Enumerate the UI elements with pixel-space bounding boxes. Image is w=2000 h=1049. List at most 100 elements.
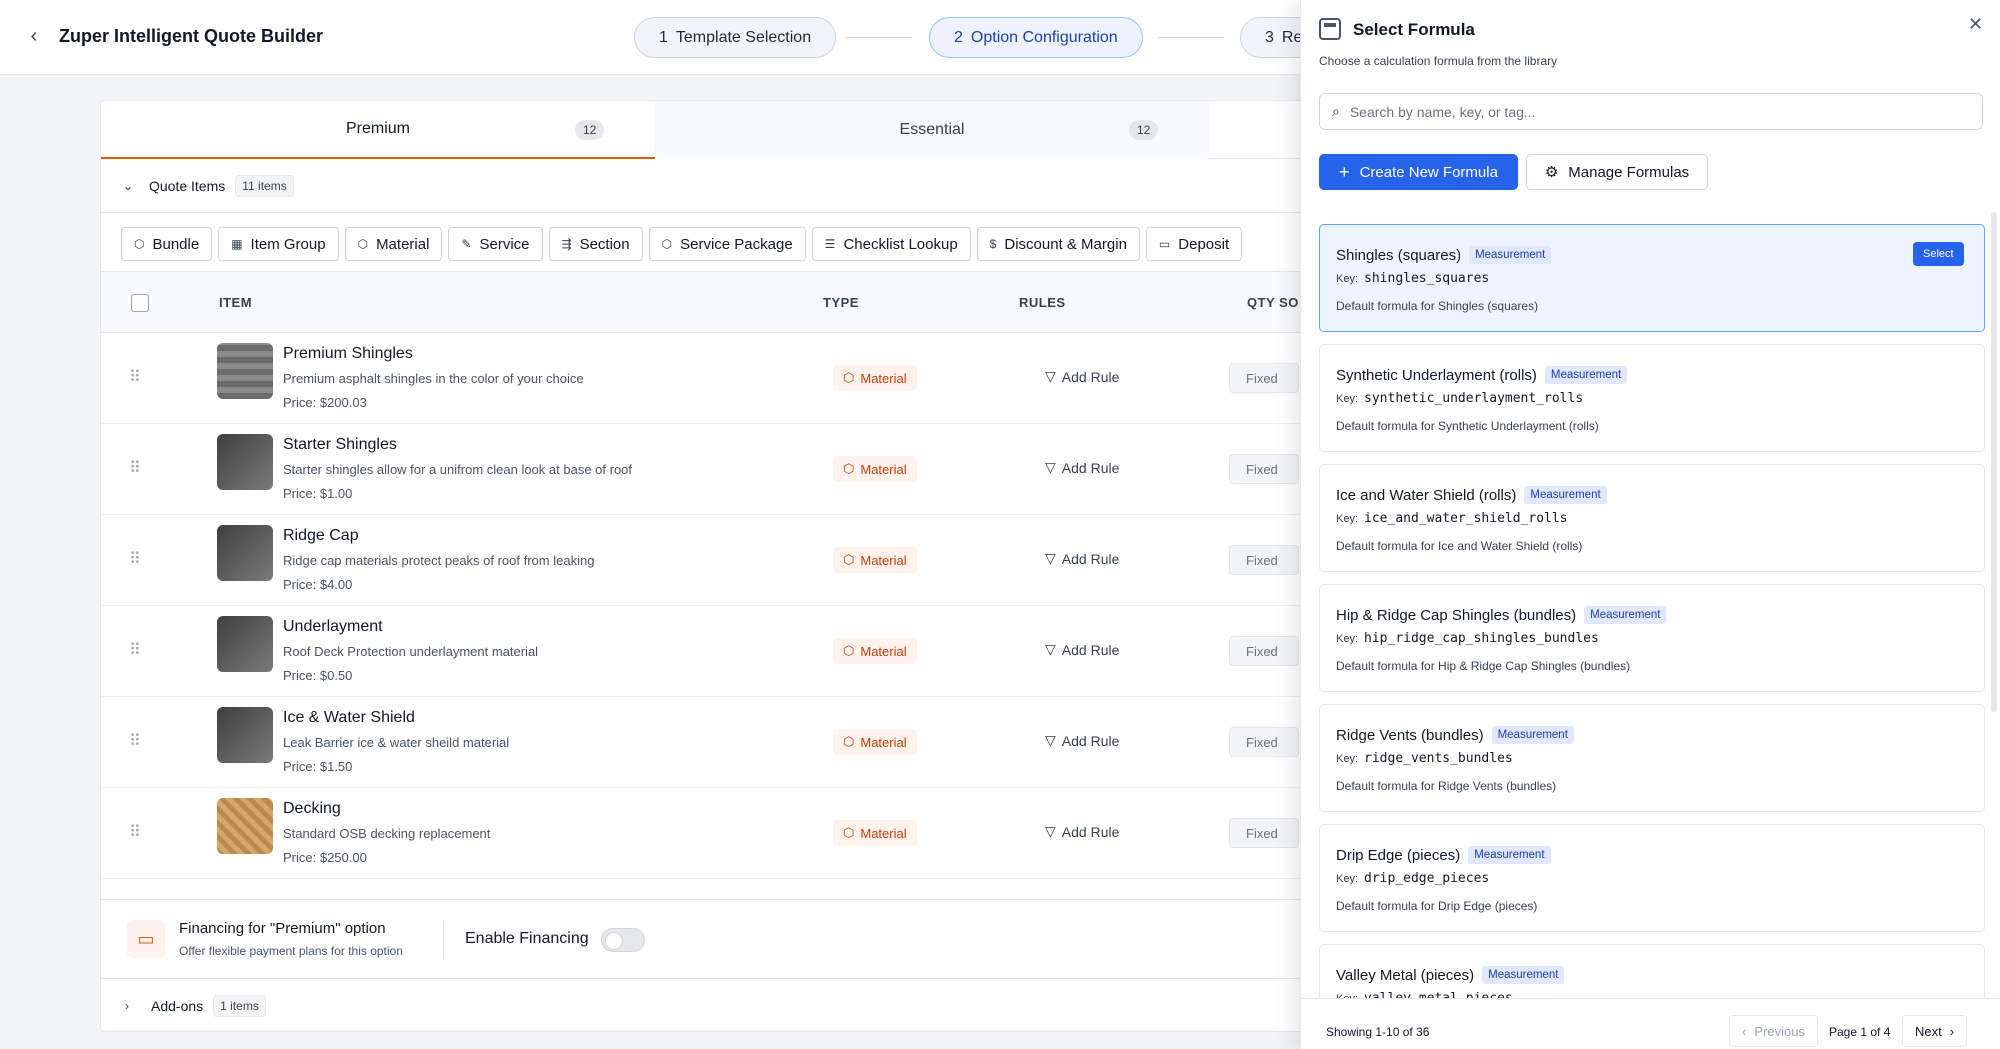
- filter-icon: ▽: [1045, 823, 1056, 839]
- drag-handle-icon[interactable]: ⠿: [129, 458, 141, 478]
- chevron-right-icon[interactable]: ›: [125, 999, 139, 1013]
- chip-service-package[interactable]: ⬡ Service Package: [648, 227, 806, 261]
- formula-card[interactable]: Valley Metal (pieces) Measurement Key:val…: [1319, 944, 1985, 998]
- formula-card[interactable]: Hip & Ridge Cap Shingles (bundles) Measur…: [1319, 584, 1985, 692]
- add-rule-button[interactable]: ▽ Add Rule: [1045, 823, 1119, 840]
- qty-source-select[interactable]: Fixed: [1229, 818, 1299, 848]
- chip-label: Material: [376, 235, 430, 253]
- plus-icon: +: [1339, 161, 1350, 182]
- chip-checklist-lookup[interactable]: ☰ Checklist Lookup: [811, 227, 971, 261]
- table-row[interactable]: ⠿ Starter Shingles Starter shingles allo…: [101, 424, 1359, 515]
- formula-tag: Measurement: [1482, 966, 1565, 984]
- select-button[interactable]: Select: [1913, 242, 1964, 266]
- select-formula-drawer: Select Formula Choose a calculation form…: [1300, 0, 2000, 1049]
- qty-source-select[interactable]: Fixed: [1229, 363, 1299, 393]
- drag-handle-icon[interactable]: ⠿: [129, 640, 141, 660]
- qty-source-select[interactable]: Fixed: [1229, 454, 1299, 484]
- formula-list-scrollbar[interactable]: [1991, 212, 1997, 712]
- chip-section[interactable]: ⇶ Section: [548, 227, 643, 261]
- step-template-selection[interactable]: 1 Template Selection: [634, 17, 837, 58]
- select-all-checkbox[interactable]: [131, 294, 149, 312]
- key-label: Key:: [1336, 872, 1359, 885]
- formula-card[interactable]: Drip Edge (pieces) Measurement Key: drip_e…: [1319, 824, 1985, 932]
- table-row[interactable]: ⠿ Decking Standard OSB decking replaceme…: [101, 788, 1359, 879]
- previous-page-button[interactable]: ‹ Previous: [1729, 1015, 1818, 1047]
- create-formula-button[interactable]: + Create New Formula: [1319, 154, 1518, 190]
- drawer-title: Select Formula: [1353, 20, 1475, 39]
- item-price: Price: $200.03: [283, 395, 367, 410]
- search-input[interactable]: [1349, 103, 1950, 120]
- cube-icon: ⬡: [843, 825, 855, 840]
- drag-handle-icon[interactable]: ⠿: [129, 731, 141, 751]
- chip-material[interactable]: ⬡ Material: [344, 227, 443, 261]
- key-value: hip_ridge_cap_shingles_bundles: [1364, 631, 1599, 646]
- drag-handle-icon[interactable]: ⠿: [129, 367, 141, 387]
- key-value: valley_metal_pieces: [1364, 991, 1513, 998]
- formula-card[interactable]: Ridge Vents (bundles) Measurement Key: rid…: [1319, 704, 1985, 812]
- add-rule-button[interactable]: ▽ Add Rule: [1045, 368, 1119, 385]
- enable-financing-toggle[interactable]: [601, 928, 645, 952]
- qty-source-select[interactable]: Fixed: [1229, 727, 1299, 757]
- column-header-qty: QTY SO: [1247, 295, 1299, 310]
- item-description: Leak Barrier ice & water sheild material: [283, 735, 510, 750]
- item-name: Decking: [283, 800, 341, 817]
- addons-header[interactable]: › Add-ons 1 items: [101, 979, 1359, 1031]
- chip-service[interactable]: ✎ Service: [448, 227, 543, 261]
- item-name: Ridge Cap: [283, 527, 359, 544]
- tab-essential[interactable]: Essential 12: [655, 101, 1209, 159]
- type-label: Material: [860, 734, 907, 750]
- qty-source-select[interactable]: Fixed: [1229, 545, 1299, 575]
- item-price: Price: $4.00: [283, 577, 353, 592]
- chip-discount-margin[interactable]: $ Discount & Margin: [976, 227, 1140, 261]
- financing-title: Financing for "Premium" option: [179, 920, 386, 937]
- manage-formulas-button[interactable]: ⚙ Manage Formulas: [1526, 154, 1708, 190]
- add-rule-button[interactable]: ▽ Add Rule: [1045, 641, 1119, 658]
- next-page-button[interactable]: Next ›: [1902, 1015, 1968, 1047]
- drag-handle-icon[interactable]: ⠿: [129, 549, 141, 569]
- page-title: Zuper Intelligent Quote Builder: [59, 26, 324, 46]
- close-icon[interactable]: ✕: [1968, 14, 1983, 35]
- formula-card[interactable]: Ice and Water Shield (rolls) Measurement …: [1319, 464, 1985, 572]
- chip-item-group[interactable]: ▦ Item Group: [218, 227, 339, 261]
- formula-card[interactable]: Synthetic Underlayment (rolls) Measuremen…: [1319, 344, 1985, 452]
- manage-formulas-label: Manage Formulas: [1568, 163, 1690, 181]
- tab-label: Premium: [345, 120, 410, 137]
- add-rule-button[interactable]: ▽ Add Rule: [1045, 732, 1119, 749]
- chip-bundle[interactable]: ⬡ Bundle: [121, 227, 213, 261]
- page-info: Page 1 of 4: [1829, 1025, 1891, 1039]
- formula-search[interactable]: ⌕: [1319, 93, 1983, 130]
- add-rule-button[interactable]: ▽ Add Rule: [1045, 459, 1119, 476]
- formula-tag: Measurement: [1468, 846, 1551, 864]
- table-row[interactable]: ⠿ Underlayment Roof Deck Protection unde…: [101, 606, 1359, 697]
- formula-name: Ridge Vents (bundles) Measurement: [1336, 726, 1574, 744]
- quote-items-header[interactable]: ⌄ Quote Items 11 items: [101, 159, 1359, 213]
- item-description: Roof Deck Protection underlayment materi…: [283, 644, 539, 659]
- step-option-configuration[interactable]: 2 Option Configuration: [929, 17, 1143, 58]
- qty-source-select[interactable]: Fixed: [1229, 636, 1299, 666]
- tab-premium[interactable]: Premium 12: [101, 101, 655, 159]
- table-row[interactable]: ⠿ Premium Shingles Premium asphalt shing…: [101, 333, 1359, 424]
- formula-key: Key: hip_ridge_cap_shingles_bundles: [1336, 631, 1599, 646]
- cube-icon: ⬡: [843, 370, 855, 385]
- step-number: 3: [1265, 28, 1274, 46]
- column-header-type: TYPE: [823, 295, 859, 310]
- key-label: Key:: [1336, 392, 1359, 405]
- formula-key: Key: shingles_squares: [1336, 271, 1489, 286]
- step-label: Option Configuration: [970, 28, 1118, 46]
- chip-deposit[interactable]: ▭ Deposit: [1145, 227, 1243, 261]
- key-label: Key:: [1336, 512, 1359, 525]
- drag-handle-icon[interactable]: ⠿: [129, 822, 141, 842]
- step-connector: [846, 37, 912, 38]
- formula-name-text: Ice and Water Shield (rolls): [1336, 486, 1517, 504]
- formula-card[interactable]: Shingles (squares) Measurement Key: shingl…: [1319, 224, 1985, 332]
- tab-count-badge: 12: [1129, 120, 1159, 140]
- chevron-down-icon[interactable]: ⌄: [123, 179, 137, 193]
- formula-name-text: Hip & Ridge Cap Shingles (bundles): [1336, 606, 1577, 624]
- chip-label: Service: [479, 235, 530, 253]
- table-row[interactable]: ⠿ Ice & Water Shield Leak Barrier ice & …: [101, 697, 1359, 788]
- chip-label: Discount & Margin: [1004, 235, 1127, 253]
- table-row[interactable]: ⠿ Ridge Cap Ridge cap materials protect …: [101, 515, 1359, 606]
- add-rule-button[interactable]: ▽ Add Rule: [1045, 550, 1119, 567]
- item-name: Ice & Water Shield: [283, 709, 415, 726]
- back-chevron-icon[interactable]: ‹: [22, 24, 46, 48]
